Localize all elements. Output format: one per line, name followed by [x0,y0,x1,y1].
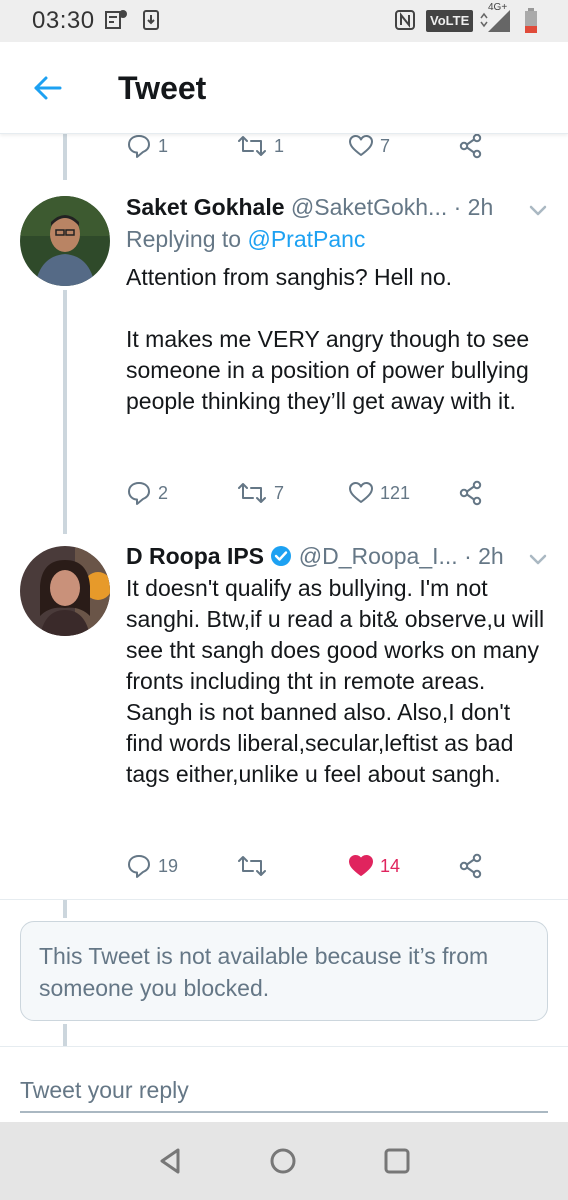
tweet-actions: 19 14 [126,851,506,881]
reply-count: 1 [158,135,169,156]
divider [0,899,568,900]
volte-badge: VoLTE [426,10,474,32]
heart-filled-icon [349,855,373,876]
chevron-down-icon[interactable] [526,198,550,222]
retweet-count: 7 [274,482,285,503]
share-icon [459,133,482,159]
system-nav-bar [0,1122,568,1200]
download-icon [143,10,159,30]
reply-icon [128,482,150,505]
tweet-header: Saket Gokhale @SaketGokh... · 2h [126,194,493,221]
blocked-tweet-notice: This Tweet is not available because it’s… [20,921,548,1021]
retweet-icon [238,136,266,156]
author-name[interactable]: D Roopa IPS [126,543,264,569]
retweet-button[interactable] [236,851,274,881]
like-button[interactable]: 7 [348,131,390,161]
tweet-actions: 2 7 121 [126,478,506,508]
share-icon [459,480,482,506]
avatar[interactable] [20,196,110,286]
app-bar: Tweet [0,42,568,134]
heart-icon [349,135,373,156]
share-button[interactable] [458,131,484,161]
tweet-text: Attention from sanghis? Hell no. It make… [126,264,530,414]
tweet-time: · 2h [453,194,494,220]
chevron-down-icon[interactable] [526,547,550,571]
retweet-button[interactable]: 1 [236,131,284,161]
arrow-left-icon[interactable] [28,68,68,108]
retweet-icon [238,483,266,503]
author-name[interactable]: Saket Gokhale [126,194,285,220]
reply-count: 2 [158,482,169,503]
reply-icon [128,855,150,878]
tweet-text: It doesn't qualify as bullying. I'm not … [126,575,545,787]
battery-icon [525,8,537,33]
share-button[interactable] [458,478,484,508]
reply-button[interactable]: 2 [126,478,168,508]
author-handle[interactable]: @D_Roopa_I... [299,543,458,569]
replying-to: Replying to @PratPanc [126,226,365,253]
nfc-icon [395,10,415,30]
reply-button[interactable]: 1 [126,131,168,161]
retweet-count: 1 [274,135,285,156]
like-button[interactable]: 14 [348,851,400,881]
nav-home-icon[interactable] [266,1144,300,1178]
replying-to-label: Replying to [126,226,248,252]
share-icon [459,853,482,879]
mention-link[interactable]: @PratPanc [247,226,365,252]
share-button[interactable] [458,851,484,881]
tweet-actions: 1 1 7 [126,131,506,161]
status-time: 03:30 [32,7,95,34]
thread-connector [63,290,67,534]
thread-connector [63,1024,67,1046]
author-handle[interactable]: @SaketGokh... [291,194,447,220]
verified-badge-icon [271,546,292,566]
network-type-label: 4G+ [488,2,508,13]
avatar[interactable] [20,546,110,636]
tweet-header: D Roopa IPS @D_Roopa_I... · 2h [126,543,504,570]
like-count: 7 [380,135,391,156]
heart-icon [349,482,373,503]
reply-bar [0,1046,568,1124]
reply-icon [128,135,150,158]
notification-icon [105,10,127,29]
tweet-time: · 2h [464,543,504,569]
thread-connector [63,900,67,918]
nav-recents-icon[interactable] [380,1144,414,1178]
page-title: Tweet [118,70,207,106]
reply-input[interactable] [20,1069,548,1113]
like-button[interactable]: 121 [348,478,410,508]
like-count: 14 [380,855,401,876]
retweet-button[interactable]: 7 [236,478,284,508]
nav-back-icon[interactable] [154,1144,188,1178]
status-bar: 03:30 VoLTE 4G+ [0,0,568,42]
like-count: 121 [380,482,411,503]
retweet-icon [238,856,266,876]
reply-count: 19 [158,855,179,876]
thread-connector [63,134,67,180]
reply-button[interactable]: 19 [126,851,178,881]
